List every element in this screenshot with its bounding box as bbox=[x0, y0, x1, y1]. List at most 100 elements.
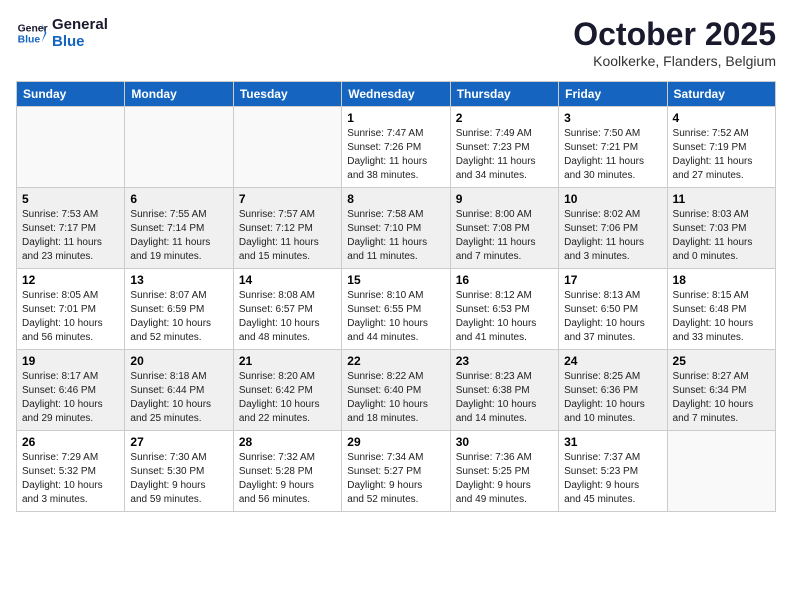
day-info: Sunrise: 8:18 AMSunset: 6:44 PMDaylight:… bbox=[130, 370, 227, 426]
day-info: Sunrise: 7:29 AMSunset: 5:32 PMDaylight:… bbox=[22, 451, 119, 507]
calendar-cell bbox=[17, 107, 125, 188]
weekday-header-wednesday: Wednesday bbox=[342, 82, 450, 107]
day-number: 12 bbox=[22, 273, 119, 287]
day-info: Sunrise: 7:32 AMSunset: 5:28 PMDaylight:… bbox=[239, 451, 336, 507]
weekday-header-sunday: Sunday bbox=[17, 82, 125, 107]
day-info: Sunrise: 7:52 AMSunset: 7:19 PMDaylight:… bbox=[673, 127, 770, 183]
day-info: Sunrise: 7:36 AMSunset: 5:25 PMDaylight:… bbox=[456, 451, 553, 507]
day-number: 4 bbox=[673, 111, 770, 125]
calendar-cell: 25Sunrise: 8:27 AMSunset: 6:34 PMDayligh… bbox=[667, 350, 775, 431]
calendar-cell bbox=[233, 107, 341, 188]
day-number: 11 bbox=[673, 192, 770, 206]
day-number: 7 bbox=[239, 192, 336, 206]
day-info: Sunrise: 8:05 AMSunset: 7:01 PMDaylight:… bbox=[22, 289, 119, 345]
day-number: 31 bbox=[564, 435, 661, 449]
day-number: 5 bbox=[22, 192, 119, 206]
month-title: October 2025 bbox=[573, 16, 776, 53]
day-info: Sunrise: 8:00 AMSunset: 7:08 PMDaylight:… bbox=[456, 208, 553, 264]
calendar-cell bbox=[125, 107, 233, 188]
day-info: Sunrise: 8:10 AMSunset: 6:55 PMDaylight:… bbox=[347, 289, 444, 345]
day-number: 13 bbox=[130, 273, 227, 287]
day-number: 10 bbox=[564, 192, 661, 206]
day-info: Sunrise: 8:12 AMSunset: 6:53 PMDaylight:… bbox=[456, 289, 553, 345]
calendar-cell: 23 Sunrise: 8:23 AMSunset: 6:38 PMDayligh… bbox=[450, 350, 558, 431]
day-number: 2 bbox=[456, 111, 553, 125]
logo: General Blue General Blue bbox=[16, 16, 108, 50]
day-number: 14 bbox=[239, 273, 336, 287]
calendar-cell: 9 Sunrise: 8:00 AMSunset: 7:08 PMDaylight… bbox=[450, 188, 558, 269]
day-info: Sunrise: 8:20 AMSunset: 6:42 PMDaylight:… bbox=[239, 370, 336, 426]
weekday-header-monday: Monday bbox=[125, 82, 233, 107]
day-info: Sunrise: 7:37 AMSunset: 5:23 PMDaylight:… bbox=[564, 451, 661, 507]
day-number: 21 bbox=[239, 354, 336, 368]
week-row-5: 26 Sunrise: 7:29 AMSunset: 5:32 PMDayligh… bbox=[17, 431, 776, 512]
calendar-cell: 10 Sunrise: 8:02 AMSunset: 7:06 PMDayligh… bbox=[559, 188, 667, 269]
week-row-1: 1 Sunrise: 7:47 AMSunset: 7:26 PMDaylight… bbox=[17, 107, 776, 188]
calendar-cell: 21 Sunrise: 8:20 AMSunset: 6:42 PMDayligh… bbox=[233, 350, 341, 431]
day-info: Sunrise: 8:22 AMSunset: 6:40 PMDaylight:… bbox=[347, 370, 444, 426]
calendar-cell: 28 Sunrise: 7:32 AMSunset: 5:28 PMDayligh… bbox=[233, 431, 341, 512]
day-info: Sunrise: 7:55 AMSunset: 7:14 PMDaylight:… bbox=[130, 208, 227, 264]
calendar-cell: 13Sunrise: 8:07 AMSunset: 6:59 PMDayligh… bbox=[125, 269, 233, 350]
day-number: 20 bbox=[130, 354, 227, 368]
calendar-cell: 1 Sunrise: 7:47 AMSunset: 7:26 PMDaylight… bbox=[342, 107, 450, 188]
day-info: Sunrise: 7:50 AMSunset: 7:21 PMDaylight:… bbox=[564, 127, 661, 183]
day-number: 30 bbox=[456, 435, 553, 449]
logo-blue: Blue bbox=[52, 33, 108, 50]
calendar-cell: 29 Sunrise: 7:34 AMSunset: 5:27 PMDayligh… bbox=[342, 431, 450, 512]
svg-text:Blue: Blue bbox=[18, 35, 41, 46]
title-block: October 2025 Koolkerke, Flanders, Belgiu… bbox=[573, 16, 776, 69]
calendar-cell: 12 Sunrise: 8:05 AMSunset: 7:01 PMDayligh… bbox=[17, 269, 125, 350]
day-info: Sunrise: 7:49 AMSunset: 7:23 PMDaylight:… bbox=[456, 127, 553, 183]
day-number: 23 bbox=[456, 354, 553, 368]
day-number: 16 bbox=[456, 273, 553, 287]
day-number: 19 bbox=[22, 354, 119, 368]
day-number: 8 bbox=[347, 192, 444, 206]
calendar: SundayMondayTuesdayWednesdayThursdayFrid… bbox=[16, 81, 776, 512]
weekday-header-friday: Friday bbox=[559, 82, 667, 107]
week-row-2: 5 Sunrise: 7:53 AMSunset: 7:17 PMDaylight… bbox=[17, 188, 776, 269]
day-info: Sunrise: 7:57 AMSunset: 7:12 PMDaylight:… bbox=[239, 208, 336, 264]
calendar-cell: 16 Sunrise: 8:12 AMSunset: 6:53 PMDayligh… bbox=[450, 269, 558, 350]
day-info: Sunrise: 7:47 AMSunset: 7:26 PMDaylight:… bbox=[347, 127, 444, 183]
calendar-cell: 15Sunrise: 8:10 AMSunset: 6:55 PMDayligh… bbox=[342, 269, 450, 350]
calendar-cell: 14 Sunrise: 8:08 AMSunset: 6:57 PMDayligh… bbox=[233, 269, 341, 350]
day-number: 18 bbox=[673, 273, 770, 287]
day-number: 1 bbox=[347, 111, 444, 125]
logo-general: General bbox=[52, 16, 108, 33]
day-number: 9 bbox=[456, 192, 553, 206]
calendar-cell: 3 Sunrise: 7:50 AMSunset: 7:21 PMDaylight… bbox=[559, 107, 667, 188]
calendar-cell: 6 Sunrise: 7:55 AMSunset: 7:14 PMDaylight… bbox=[125, 188, 233, 269]
day-info: Sunrise: 8:03 AMSunset: 7:03 PMDaylight:… bbox=[673, 208, 770, 264]
week-row-3: 12 Sunrise: 8:05 AMSunset: 7:01 PMDayligh… bbox=[17, 269, 776, 350]
day-number: 3 bbox=[564, 111, 661, 125]
day-info: Sunrise: 8:13 AMSunset: 6:50 PMDaylight:… bbox=[564, 289, 661, 345]
weekday-header-tuesday: Tuesday bbox=[233, 82, 341, 107]
day-info: Sunrise: 7:30 AMSunset: 5:30 PMDaylight:… bbox=[130, 451, 227, 507]
calendar-cell: 30 Sunrise: 7:36 AMSunset: 5:25 PMDayligh… bbox=[450, 431, 558, 512]
day-number: 27 bbox=[130, 435, 227, 449]
day-info: Sunrise: 8:02 AMSunset: 7:06 PMDaylight:… bbox=[564, 208, 661, 264]
day-info: Sunrise: 7:34 AMSunset: 5:27 PMDaylight:… bbox=[347, 451, 444, 507]
day-info: Sunrise: 7:53 AMSunset: 7:17 PMDaylight:… bbox=[22, 208, 119, 264]
day-number: 24 bbox=[564, 354, 661, 368]
calendar-cell: 17Sunrise: 8:13 AMSunset: 6:50 PMDayligh… bbox=[559, 269, 667, 350]
page-header: General Blue General Blue October 2025 K… bbox=[16, 16, 776, 69]
day-number: 29 bbox=[347, 435, 444, 449]
week-row-4: 19Sunrise: 8:17 AMSunset: 6:46 PMDayligh… bbox=[17, 350, 776, 431]
day-number: 26 bbox=[22, 435, 119, 449]
calendar-cell: 31 Sunrise: 7:37 AMSunset: 5:23 PMDayligh… bbox=[559, 431, 667, 512]
day-number: 25 bbox=[673, 354, 770, 368]
logo-icon: General Blue bbox=[16, 17, 48, 49]
day-number: 28 bbox=[239, 435, 336, 449]
calendar-cell: 22Sunrise: 8:22 AMSunset: 6:40 PMDayligh… bbox=[342, 350, 450, 431]
day-info: Sunrise: 8:15 AMSunset: 6:48 PMDaylight:… bbox=[673, 289, 770, 345]
day-number: 6 bbox=[130, 192, 227, 206]
day-info: Sunrise: 8:08 AMSunset: 6:57 PMDaylight:… bbox=[239, 289, 336, 345]
calendar-cell bbox=[667, 431, 775, 512]
day-info: Sunrise: 8:23 AMSunset: 6:38 PMDaylight:… bbox=[456, 370, 553, 426]
calendar-cell: 11 Sunrise: 8:03 AMSunset: 7:03 PMDayligh… bbox=[667, 188, 775, 269]
location: Koolkerke, Flanders, Belgium bbox=[573, 53, 776, 69]
calendar-cell: 18 Sunrise: 8:15 AMSunset: 6:48 PMDayligh… bbox=[667, 269, 775, 350]
weekday-header-row: SundayMondayTuesdayWednesdayThursdayFrid… bbox=[17, 82, 776, 107]
